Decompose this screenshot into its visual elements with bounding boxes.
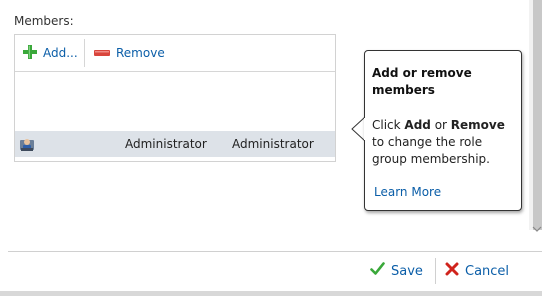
- add-member-button[interactable]: Add...: [23, 43, 78, 63]
- table-row[interactable]: Administrator Administrator: [15, 131, 335, 157]
- user-group-icon: [19, 136, 35, 155]
- member-name-cell: Administrator: [125, 137, 207, 151]
- scrollbar-thumb[interactable]: [533, 0, 542, 230]
- callout-arrow-mask: [364, 118, 366, 140]
- cancel-button[interactable]: Cancel: [445, 262, 509, 280]
- remove-member-label: Remove: [116, 46, 165, 60]
- scroll-down-icon[interactable]: [532, 224, 542, 234]
- save-button[interactable]: Save: [370, 262, 423, 280]
- minus-icon: [94, 46, 110, 60]
- window-bottom-edge: [0, 291, 542, 296]
- members-list-panel: Add... Remove Administrator Administrato…: [14, 34, 336, 162]
- help-callout: Add or remove members Click Add or Remov…: [364, 50, 522, 211]
- footer-divider: [8, 251, 542, 252]
- member-display-name-cell: Administrator: [232, 137, 314, 151]
- add-member-label: Add...: [43, 46, 78, 60]
- footer-separator: [435, 258, 436, 284]
- toolbar-separator: [84, 39, 85, 67]
- save-label: Save: [391, 263, 423, 279]
- callout-body: Click Add or Remove to change the role g…: [372, 118, 505, 166]
- callout-body-remove: Remove: [450, 118, 505, 132]
- callout-title: Add or remove members: [372, 66, 472, 97]
- members-toolbar: Add... Remove: [15, 35, 335, 72]
- plus-icon: [23, 44, 37, 62]
- remove-member-button[interactable]: Remove: [94, 43, 165, 63]
- learn-more-link[interactable]: Learn More: [374, 185, 441, 199]
- cancel-label: Cancel: [465, 263, 510, 279]
- close-icon: [445, 262, 459, 280]
- members-label: Members:: [14, 14, 74, 28]
- callout-body-add: Add: [404, 118, 431, 132]
- checkmark-icon: [370, 262, 385, 280]
